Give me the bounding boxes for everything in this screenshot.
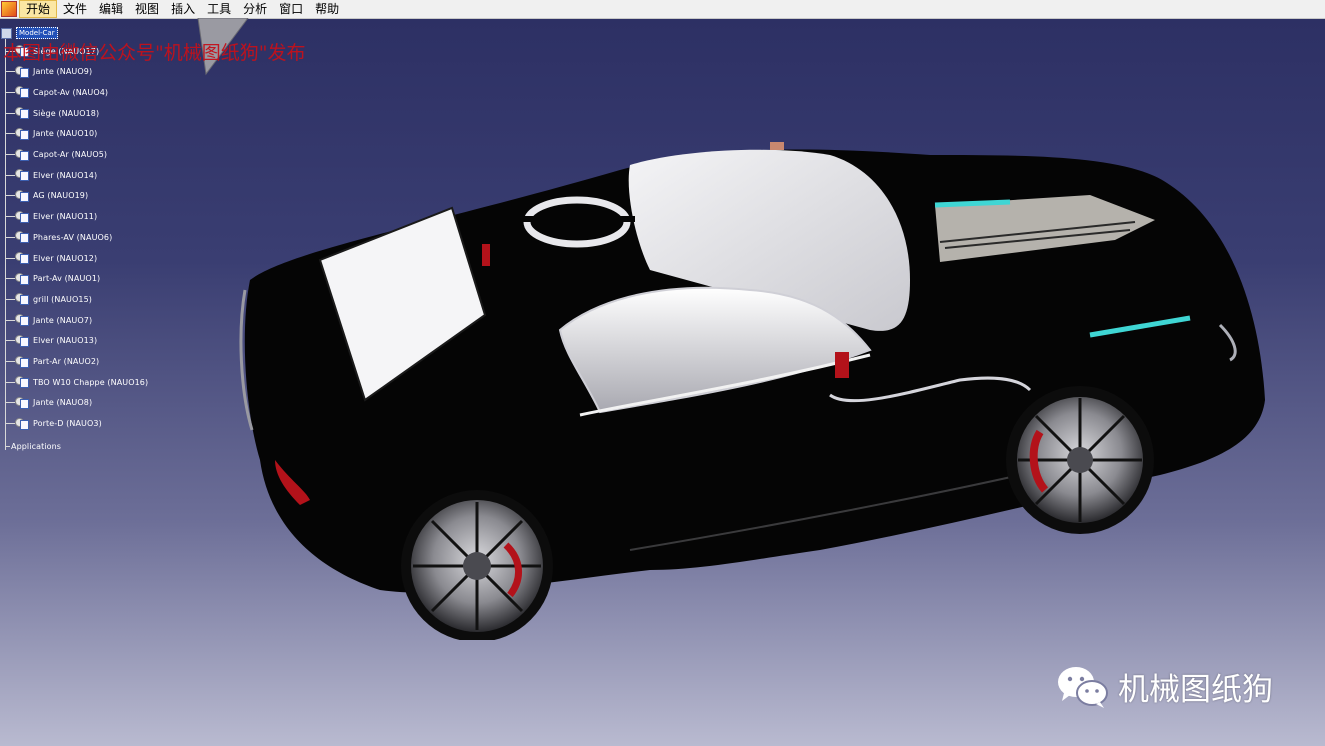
tree-node-label: Elver (NAUO13) <box>33 336 98 346</box>
tree-node-label: Jante (NAUO10) <box>33 129 98 139</box>
brand-name: 机械图纸狗 <box>1118 672 1273 708</box>
tree-branch-line <box>5 91 15 93</box>
tree-node[interactable]: TBO W10 Chappe (NAUO16) <box>5 375 148 389</box>
tree-branch-line <box>5 133 15 135</box>
part-icon <box>15 272 29 285</box>
specification-tree: Model-Car Siège (NAUO17) Jante (NAUO9) Cap… <box>0 24 200 464</box>
tree-node[interactable]: Porte-D (NAUO3) <box>5 417 102 431</box>
tree-branch-line <box>5 319 15 321</box>
menu-analysis[interactable]: 分析 <box>237 0 273 18</box>
tree-node[interactable]: Capot-Av (NAUO4) <box>5 85 108 99</box>
part-icon <box>15 334 29 347</box>
tree-node[interactable]: Siège (NAUO18) <box>5 106 99 120</box>
menu-help[interactable]: 帮助 <box>309 0 345 18</box>
part-icon <box>15 417 29 430</box>
tree-node[interactable]: Elver (NAUO12) <box>5 251 97 265</box>
part-icon <box>15 189 29 202</box>
applications-label: Applications <box>11 442 62 451</box>
tree-node[interactable]: Jante (NAUO8) <box>5 396 92 410</box>
tree-branch-line <box>5 71 15 73</box>
tree-branch-line <box>5 112 15 114</box>
tree-node-label: Part-Av (NAUO1) <box>33 274 101 284</box>
tree-branch-line <box>5 298 15 300</box>
tree-node-label: Elver (NAUO14) <box>33 170 98 180</box>
tree-branch-line <box>5 381 15 383</box>
menu-view[interactable]: 视图 <box>129 0 165 18</box>
part-icon <box>15 231 29 244</box>
tree-node[interactable]: Capot-Ar (NAUO5) <box>5 148 107 162</box>
menu-edit[interactable]: 编辑 <box>93 0 129 18</box>
part-icon <box>15 314 29 327</box>
tree-branch-line <box>5 340 15 342</box>
part-icon <box>15 127 29 140</box>
part-icon <box>15 376 29 389</box>
part-icon <box>15 65 29 78</box>
tree-node[interactable]: Part-Av (NAUO1) <box>5 272 100 286</box>
watermark-text: 本图由微信公众号"机械图纸狗"发布 <box>3 42 306 64</box>
tree-branch-line <box>5 423 15 425</box>
part-icon <box>15 169 29 182</box>
tree-node-label: Phares-AV (NAUO6) <box>33 232 113 242</box>
tree-node-label: Jante (NAUO8) <box>33 398 93 408</box>
tree-node[interactable]: Part-Ar (NAUO2) <box>5 355 99 369</box>
part-icon <box>15 293 29 306</box>
catia-app-icon[interactable] <box>1 1 17 17</box>
part-icon <box>15 252 29 264</box>
tree-node-label: AG (NAUO19) <box>33 191 89 201</box>
car-3d-model[interactable] <box>230 130 1280 640</box>
tree-branch-line <box>5 195 15 197</box>
part-icon <box>15 107 29 120</box>
tree-node-applications[interactable]: Applications <box>5 442 61 451</box>
tree-node-label: Elver (NAUO11) <box>33 212 98 222</box>
menu-start[interactable]: 开始 <box>19 0 58 18</box>
part-icon <box>15 396 29 409</box>
tree-node[interactable]: Phares-AV (NAUO6) <box>5 230 112 244</box>
tree-node[interactable]: grill (NAUO15) <box>5 292 92 306</box>
tree-node-label: Jante (NAUO9) <box>33 67 93 77</box>
tree-branch-line <box>5 402 15 404</box>
tree-branch-line <box>5 257 15 259</box>
menu-file[interactable]: 文件 <box>57 0 93 18</box>
tree-node-label: Capot-Ar (NAUO5) <box>33 150 108 159</box>
tree-node[interactable]: Jante (NAUO9) <box>5 65 92 79</box>
part-icon <box>15 86 29 99</box>
part-icon <box>15 148 29 161</box>
tree-node-label: Siège (NAUO18) <box>33 108 100 118</box>
tree-node[interactable]: Elver (NAUO14) <box>5 168 97 182</box>
tree-branch-line <box>5 361 15 362</box>
wechat-icon <box>1058 666 1108 708</box>
tree-node-label: grill (NAUO15) <box>33 294 93 304</box>
tree-branch-line <box>5 278 15 280</box>
tree-node[interactable]: Jante (NAUO7) <box>5 313 92 327</box>
tree-branch-line <box>5 236 15 238</box>
part-icon <box>15 210 29 223</box>
tree-node-label: Jante (NAUO7) <box>33 315 93 325</box>
tree-node[interactable]: AG (NAUO19) <box>5 189 88 203</box>
tree-node-label: Part-Ar (NAUO2) <box>33 357 100 366</box>
tree-branch-line <box>5 154 15 155</box>
menu-insert[interactable]: 插入 <box>165 0 201 18</box>
rear-wheel <box>401 490 553 640</box>
tree-branch-line <box>5 174 15 176</box>
brand-watermark: 机械图纸狗 <box>1056 664 1273 709</box>
tree-node-label: Porte-D (NAUO3) <box>33 419 102 429</box>
front-wheel <box>1006 386 1154 534</box>
menu-tools[interactable]: 工具 <box>201 0 237 18</box>
part-icon <box>15 355 29 368</box>
tree-node[interactable]: Elver (NAUO13) <box>5 334 97 348</box>
tree-node-label: TBO W10 Chappe (NAUO16) <box>33 377 149 387</box>
tree-node[interactable]: Jante (NAUO10) <box>5 127 97 141</box>
tree-branch-line <box>5 216 15 218</box>
side-marker <box>482 244 490 266</box>
tree-node-label: Capot-Av (NAUO4) <box>33 87 109 97</box>
menu-window[interactable]: 窗口 <box>273 0 309 18</box>
menu-bar: 开始 文件 编辑 视图 插入 工具 分析 窗口 帮助 <box>0 0 1325 19</box>
product-icon <box>1 27 12 39</box>
tree-node-label: Elver (NAUO12) <box>33 253 98 263</box>
tree-node[interactable]: Elver (NAUO11) <box>5 210 97 224</box>
